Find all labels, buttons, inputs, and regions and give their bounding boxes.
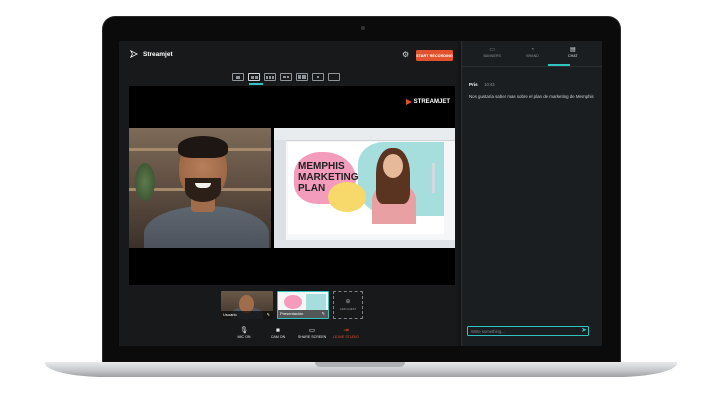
pencil-icon[interactable]: ✎ xyxy=(267,311,270,319)
layout-grid-icon[interactable] xyxy=(280,73,292,81)
studio-main: Streamjet ⚙ START RECORDING STREAMJET ME… xyxy=(119,41,458,346)
person-torso xyxy=(144,206,269,248)
person-beard xyxy=(185,178,221,202)
layout-selector xyxy=(232,73,340,81)
scene-thumbnail-user[interactable]: Usuario ✎ xyxy=(221,291,273,319)
camera-feed xyxy=(129,128,271,248)
stage-brand-logo: STREAMJET xyxy=(405,99,450,105)
tab-label: CHAT xyxy=(568,54,578,58)
scene-label-text: Usuario xyxy=(223,312,237,317)
webcam-dot xyxy=(361,26,365,30)
app-logo: Streamjet xyxy=(130,50,173,58)
brand-triangle-icon xyxy=(405,99,412,105)
chat-message-header: Pris 10:43 xyxy=(469,73,597,91)
tab-chat[interactable]: ▤ CHAT xyxy=(558,47,588,58)
layout-screen-icon[interactable] xyxy=(328,73,340,81)
presentation-toolbar xyxy=(274,128,455,141)
send-icon[interactable]: ➤ xyxy=(578,325,590,337)
tab-banners[interactable]: ▭ BANNERS xyxy=(477,47,507,58)
leave-studio-button[interactable]: ⇥ LEAVE STUDIO xyxy=(333,327,359,339)
scene-thumbnail-presentation[interactable]: Presentación ✎ xyxy=(277,291,329,319)
layout-side-icon[interactable] xyxy=(296,73,308,81)
add-user-icon: ⊕ xyxy=(345,299,351,305)
layout-single-icon[interactable] xyxy=(232,73,244,81)
layout-three-icon[interactable] xyxy=(264,73,276,81)
side-panel: ▭ BANNERS ◔ BRAND ▤ CHAT Pris 10:43 Nos … xyxy=(461,41,602,346)
person-hair xyxy=(178,136,228,158)
panel-tabs: ▭ BANNERS ◔ BRAND ▤ CHAT xyxy=(462,47,602,58)
mic-toggle-button[interactable]: 🎙︎ MIC ON xyxy=(232,327,256,339)
tab-label: BANNERS xyxy=(483,54,501,58)
chat-icon: ▤ xyxy=(569,47,576,53)
chat-text: Nos gustaría saber mas sobre el plan de … xyxy=(469,94,594,99)
chat-author: Pris xyxy=(469,82,478,87)
slide-woman-face xyxy=(383,154,403,178)
banner-icon: ▭ xyxy=(489,47,495,53)
scene-strip: Usuario ✎ Presentación ✎ ⊕ ADD GUEST xyxy=(221,291,363,319)
laptop-lid: Streamjet ⚙ START RECORDING STREAMJET ME… xyxy=(103,17,620,372)
cam-label: CAM ON xyxy=(270,335,286,339)
monitor-icon: ▭ xyxy=(308,327,316,334)
panel-divider xyxy=(462,66,602,67)
laptop-screen: Streamjet ⚙ START RECORDING STREAMJET ME… xyxy=(119,41,602,346)
stage-brand-text: STREAMJET xyxy=(413,99,450,105)
stage-canvas: STREAMJET MEMPHIS MARKETING PLAN xyxy=(129,86,455,285)
share-screen-button[interactable]: ▭ SHARE SCREEN xyxy=(297,327,327,339)
share-label: SHARE SCREEN xyxy=(297,335,327,339)
start-recording-button[interactable]: START RECORDING xyxy=(416,50,453,61)
shared-presentation: MEMPHIS MARKETING PLAN xyxy=(274,128,455,248)
pencil-icon[interactable]: ✎ xyxy=(322,310,325,318)
scene-label-text: Presentación xyxy=(280,311,304,316)
camera-icon: ■ xyxy=(276,327,280,334)
plant xyxy=(135,163,155,201)
camera-toggle-button[interactable]: ■ CAM ON xyxy=(266,327,290,339)
layout-active-indicator xyxy=(249,83,263,85)
scene-label: Usuario ✎ xyxy=(221,311,273,319)
layout-pip-icon[interactable] xyxy=(312,73,324,81)
mic-label: MIC ON xyxy=(237,335,251,339)
tab-brand[interactable]: ◔ BRAND xyxy=(517,47,547,58)
studio-controls: 🎙︎ MIC ON ■ CAM ON ▭ SHARE SCREEN ⇥ LEAV… xyxy=(232,327,359,339)
slide-canvas: MEMPHIS MARKETING PLAN xyxy=(288,142,444,234)
microphone-icon: 🎙︎ xyxy=(239,327,249,334)
add-guest-button[interactable]: ⊕ ADD GUEST xyxy=(333,291,363,319)
tab-label: BRAND xyxy=(526,54,539,58)
leave-label: LEAVE STUDIO xyxy=(333,335,359,339)
chat-input[interactable] xyxy=(467,326,589,336)
presentation-thumbnails xyxy=(274,140,286,248)
layout-two-icon[interactable] xyxy=(248,73,260,81)
app-name: Streamjet xyxy=(143,50,173,58)
chat-message: Pris 10:43 Nos gustaría saber mas sobre … xyxy=(469,73,597,100)
presentation-statusbar xyxy=(274,240,455,248)
exit-icon: ⇥ xyxy=(343,327,349,334)
thumb-teal xyxy=(306,294,326,310)
gear-icon[interactable]: ⚙ xyxy=(402,51,409,59)
slide-vertical-text xyxy=(432,163,435,193)
streamjet-logo-icon xyxy=(130,50,138,58)
chat-time: 10:43 xyxy=(484,82,495,87)
add-guest-label: ADD GUEST xyxy=(339,307,357,311)
scene-label: Presentación ✎ xyxy=(278,310,328,318)
person-smile xyxy=(195,183,211,188)
thumb-pink xyxy=(284,295,302,309)
slide-title: MEMPHIS MARKETING PLAN xyxy=(298,161,359,194)
brand-icon: ◔ xyxy=(530,47,535,53)
laptop-notch xyxy=(315,362,405,367)
